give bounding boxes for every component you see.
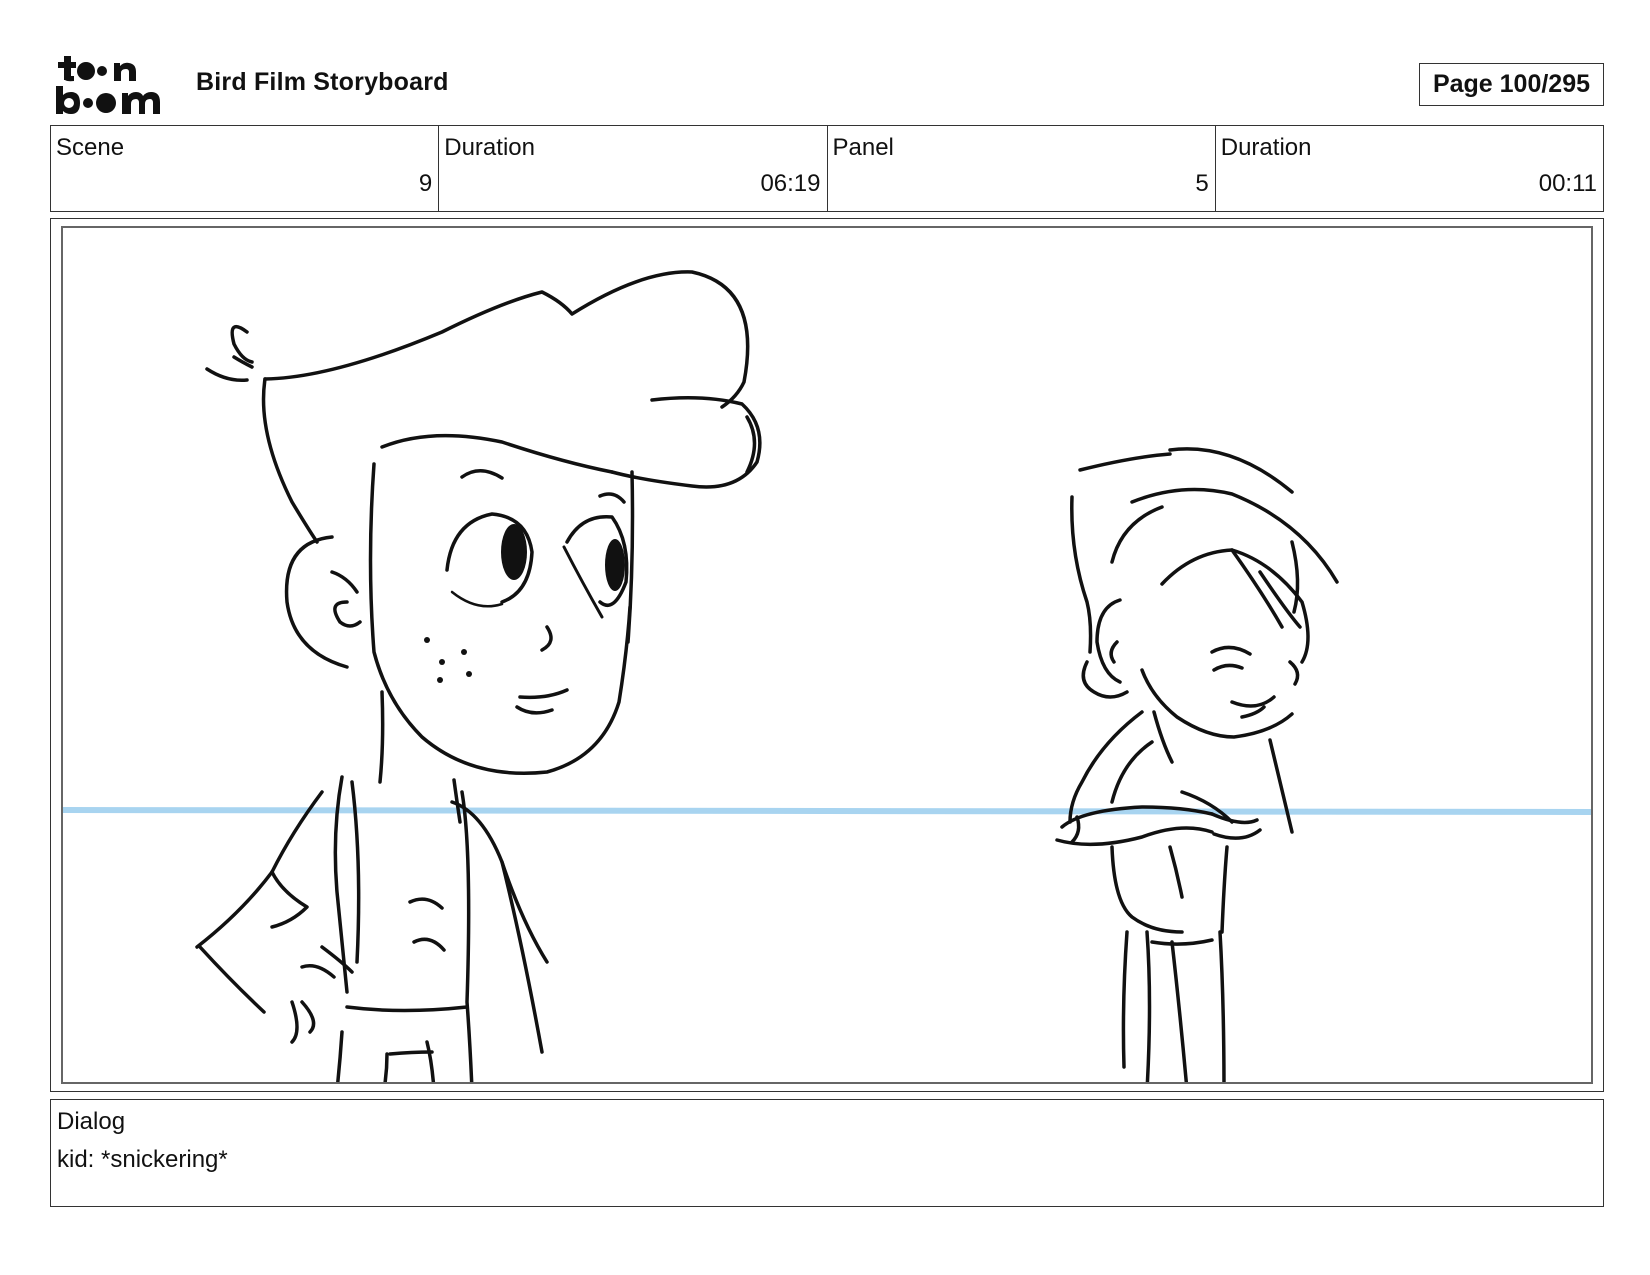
panel-duration-label: Duration [1220, 134, 1312, 161]
boy-character [195, 270, 762, 1082]
panel-info-row: Scene 9 Duration 06:19 Panel 5 Duration … [50, 125, 1604, 212]
scene-duration-value: 06:19 [760, 170, 821, 197]
dialog-text: kid: *snickering* [57, 1146, 228, 1173]
dialog-box: Dialog kid: *snickering* [50, 1099, 1604, 1207]
panel-label: Panel [832, 134, 894, 161]
toonboom-logo [56, 56, 160, 114]
scene-duration-label: Duration [444, 134, 535, 161]
scene-cell: Scene 9 [51, 126, 440, 211]
scene-label: Scene [56, 134, 125, 161]
horizon-line [63, 807, 1591, 815]
panel-cell: Panel 5 [828, 126, 1216, 211]
panel-sketch [63, 270, 1591, 1082]
page-indicator: Page 100/295 [1419, 63, 1604, 106]
panel-duration-cell: Duration 00:11 [1216, 126, 1603, 211]
scene-duration-cell: Duration 06:19 [439, 126, 828, 211]
dialog-label: Dialog [57, 1108, 126, 1135]
panel-duration-value: 00:11 [1538, 170, 1597, 197]
scene-value: 9 [418, 170, 433, 197]
document-title: Bird Film Storyboard [196, 68, 449, 96]
panel-frame [61, 226, 1593, 1084]
kid-character [1055, 447, 1339, 1082]
panel-value: 5 [1195, 170, 1209, 197]
